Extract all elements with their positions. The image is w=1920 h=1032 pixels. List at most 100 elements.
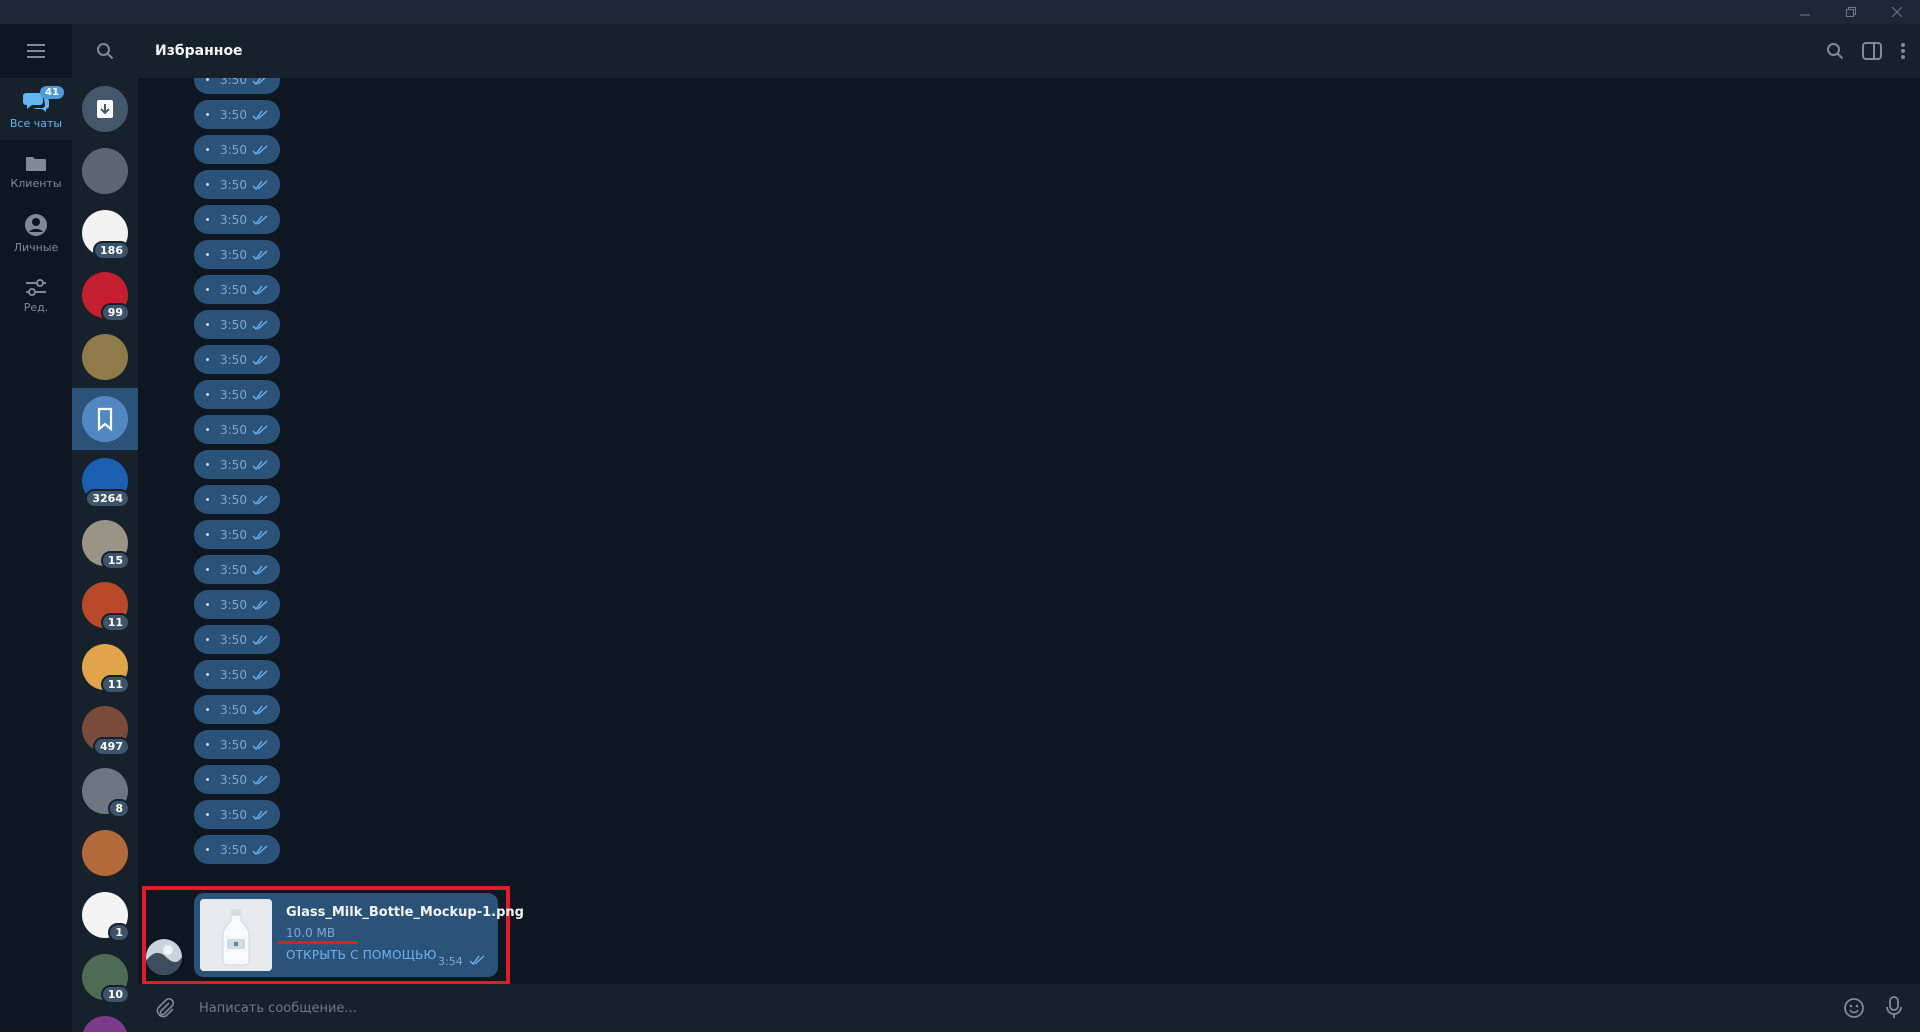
file-size-underline <box>278 941 358 944</box>
close-button[interactable] <box>1874 0 1920 24</box>
chat-item[interactable] <box>72 388 138 450</box>
message-bubble[interactable]: 3:50 <box>194 450 280 479</box>
message-time: 3:50 <box>220 282 247 297</box>
chat-item[interactable] <box>72 822 138 884</box>
double-check-icon <box>252 844 268 855</box>
double-check-icon <box>252 179 268 190</box>
message-bubble[interactable]: 3:50 <box>194 345 280 374</box>
message-input[interactable] <box>199 1000 1834 1016</box>
chat-item[interactable]: 3264 <box>72 450 138 512</box>
message-bubble[interactable]: 3:50 <box>194 485 280 514</box>
message-bubble[interactable]: 3:50 <box>194 590 280 619</box>
message-text <box>206 568 209 571</box>
chat-item[interactable] <box>72 78 138 140</box>
message-time: 3:50 <box>220 457 247 472</box>
message-bubble[interactable]: 3:50 <box>194 380 280 409</box>
sliders-icon <box>26 278 46 296</box>
chat-item[interactable]: 10 <box>72 946 138 1008</box>
folder-personal[interactable]: Личные <box>0 202 72 264</box>
open-with-link[interactable]: ОТКРЫТЬ С ПОМОЩЬЮ <box>286 948 437 962</box>
avatar <box>82 334 128 380</box>
main-menu-button[interactable] <box>0 24 72 78</box>
file-message[interactable]: Glass_Milk_Bottle_Mockup-1.png 10.0 MB О… <box>194 893 524 977</box>
message-time: 3:50 <box>220 352 247 367</box>
sidebar-toggle-icon[interactable] <box>1862 42 1882 60</box>
message-bubble[interactable]: 3:50 <box>194 660 280 689</box>
person-icon <box>25 213 47 236</box>
message-bubble[interactable]: 3:50 <box>194 765 280 794</box>
message-bubble[interactable]: 3:50 <box>194 240 280 269</box>
search-icon[interactable] <box>1826 42 1844 60</box>
unread-badge: 3264 <box>85 489 130 508</box>
chat-item[interactable]: 99 <box>72 264 138 326</box>
file-thumbnail[interactable] <box>200 899 272 971</box>
hamburger-icon <box>27 44 45 58</box>
chat-item[interactable] <box>72 1008 138 1032</box>
message-bubble[interactable]: 3:50 <box>194 695 280 724</box>
emoji-icon <box>1844 998 1864 1018</box>
message-text <box>206 288 209 291</box>
message-text <box>206 393 209 396</box>
message-bubble[interactable]: 3:50 <box>194 205 280 234</box>
chat-item[interactable]: 8 <box>72 760 138 822</box>
message-bubble[interactable]: 3:50 <box>194 310 280 339</box>
message-bubble[interactable]: 3:50 <box>194 100 280 129</box>
message-text <box>206 113 209 116</box>
minimize-icon <box>1800 14 1810 16</box>
bookmark-icon <box>97 407 113 432</box>
avatar <box>82 396 128 442</box>
message-bubble[interactable]: 3:50 <box>194 170 280 199</box>
chat-item[interactable] <box>72 326 138 388</box>
message-bubble[interactable]: 3:50 <box>194 835 280 864</box>
chat-title[interactable]: Избранное <box>155 43 243 59</box>
message-bubble[interactable]: 3:50 <box>194 730 280 759</box>
chat-item[interactable]: 15 <box>72 512 138 574</box>
paperclip-icon <box>156 997 174 1018</box>
double-check-icon <box>252 564 268 575</box>
voice-button[interactable] <box>1874 988 1914 1028</box>
message-bubble[interactable]: 3:50 <box>194 135 280 164</box>
folder-sidebar: 41 Все чаты Клиенты Личные Ред. <box>0 24 72 1032</box>
chat-item[interactable]: 11 <box>72 574 138 636</box>
chat-item[interactable]: 1 <box>72 884 138 946</box>
double-check-icon <box>252 774 268 785</box>
message-time: 3:50 <box>220 422 247 437</box>
message-bubble[interactable]: 3:50 <box>194 625 280 654</box>
double-check-icon <box>252 284 268 295</box>
chat-item[interactable]: 186 <box>72 202 138 264</box>
message-bubble[interactable]: 3:50 <box>194 520 280 549</box>
unread-badge: 99 <box>100 303 130 322</box>
avatar <box>82 830 128 876</box>
unread-badge: 15 <box>100 551 130 570</box>
restore-button[interactable] <box>1828 0 1874 24</box>
double-check-icon <box>252 144 268 155</box>
avatar[interactable] <box>146 939 182 975</box>
double-check-icon <box>252 424 268 435</box>
double-check-icon <box>252 704 268 715</box>
folder-clients[interactable]: Клиенты <box>0 140 72 202</box>
folder-all-chats[interactable]: 41 Все чаты <box>0 78 72 140</box>
unread-badge: 497 <box>93 737 130 756</box>
search-chats-button[interactable] <box>72 24 138 78</box>
message-time: 3:50 <box>220 702 247 717</box>
message-bubble[interactable]: 3:50 <box>194 800 280 829</box>
message-bubble[interactable]: 3:50 <box>194 555 280 584</box>
chat-item[interactable] <box>72 140 138 202</box>
attach-button[interactable] <box>144 988 184 1028</box>
message-bubble[interactable]: 3:50 <box>194 78 280 94</box>
folder-edit[interactable]: Ред. <box>0 264 72 326</box>
chat-item[interactable]: 497 <box>72 698 138 760</box>
message-bubble[interactable]: 3:50 <box>194 415 280 444</box>
more-icon[interactable] <box>1900 42 1906 60</box>
message-bubble[interactable]: 3:50 <box>194 275 280 304</box>
message-time: 3:50 <box>220 247 247 262</box>
message-time: 3:50 <box>220 177 247 192</box>
double-check-icon <box>252 529 268 540</box>
emoji-button[interactable] <box>1834 988 1874 1028</box>
archive-icon <box>97 100 113 118</box>
message-text <box>206 323 209 326</box>
file-name[interactable]: Glass_Milk_Bottle_Mockup-1.png <box>286 905 524 920</box>
minimize-button[interactable] <box>1782 0 1828 24</box>
double-check-icon <box>252 78 266 85</box>
chat-item[interactable]: 11 <box>72 636 138 698</box>
